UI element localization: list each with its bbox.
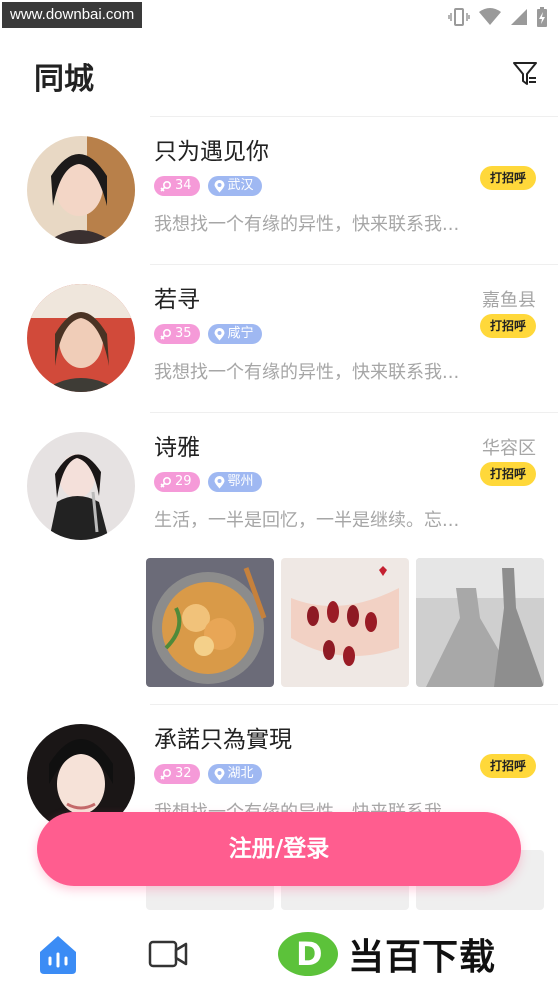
greet-button[interactable]: 打招呼 — [480, 754, 536, 778]
location-pin-icon — [214, 179, 225, 192]
divider — [150, 264, 558, 265]
location-tag: 湖北 — [207, 764, 262, 784]
gender-icon — [160, 768, 172, 780]
user-bio: 我想找一个有缘的异性，快来联系我... — [154, 214, 460, 235]
location-text: 武汉 — [227, 178, 254, 193]
location-pin-icon — [214, 475, 225, 488]
location-text: 鄂州 — [227, 474, 254, 489]
gender-icon — [160, 180, 172, 192]
age-text: 29 — [175, 474, 192, 489]
user-name: 若寻 — [154, 287, 200, 313]
photo-thumbnail[interactable] — [416, 558, 544, 687]
distance-label: 嘉鱼县 — [482, 290, 536, 311]
signal-icon — [511, 9, 527, 25]
divider — [150, 704, 558, 705]
logo-icon: D — [278, 932, 338, 976]
location-pin-icon — [214, 327, 225, 340]
age-tag: 35 — [154, 324, 200, 344]
watermark-url: www.downbai.com — [2, 2, 143, 28]
location-tag: 武汉 — [207, 176, 262, 196]
greet-button[interactable]: 打招呼 — [480, 166, 536, 190]
age-tag: 29 — [154, 472, 200, 492]
location-tag: 咸宁 — [207, 324, 262, 344]
avatar[interactable] — [27, 432, 135, 540]
divider — [150, 412, 558, 413]
nearby-icon — [40, 936, 76, 974]
header: 同城 — [0, 40, 558, 112]
user-bio: 生活，一半是回忆，一半是继续。忘... — [154, 510, 460, 531]
photo-thumbnail[interactable] — [281, 558, 409, 687]
user-card[interactable]: 只为遇见你 34 武汉 我想找一个有缘的异性，快来联系我... 打招呼 — [0, 116, 558, 264]
age-text: 35 — [175, 326, 192, 341]
age-tag: 34 — [154, 176, 200, 196]
video-icon — [148, 940, 188, 968]
distance-label: 华容区 — [482, 438, 536, 459]
greet-button[interactable]: 打招呼 — [480, 462, 536, 486]
tag-row: 34 武汉 — [154, 176, 262, 196]
vibrate-icon — [448, 8, 470, 26]
filter-icon — [513, 62, 537, 85]
user-name: 只为遇见你 — [154, 139, 269, 165]
bottom-nav: D 当百下载 — [0, 912, 558, 992]
avatar[interactable] — [27, 136, 135, 244]
nav-nearby[interactable] — [36, 932, 80, 976]
user-name: 诗雅 — [154, 435, 200, 461]
user-card[interactable]: 诗雅 华容区 29 鄂州 生活，一半是回忆，一半是继续。忘... 打招呼 — [0, 412, 558, 704]
nav-video[interactable] — [146, 932, 190, 976]
page-title: 同城 — [34, 62, 94, 97]
battery-icon — [537, 7, 547, 27]
gender-icon — [160, 476, 172, 488]
avatar[interactable] — [27, 284, 135, 392]
location-pin-icon — [214, 767, 225, 780]
location-text: 咸宁 — [227, 326, 254, 341]
location-tag: 鄂州 — [207, 472, 262, 492]
user-name: 承諾只為實現 — [154, 727, 292, 753]
status-bar: www.downbai.com — [0, 0, 558, 34]
register-login-button[interactable]: 注册/登录 — [37, 812, 521, 886]
greet-button[interactable]: 打招呼 — [480, 314, 536, 338]
tag-row: 29 鄂州 — [154, 472, 262, 492]
gender-icon — [160, 328, 172, 340]
status-icons — [448, 6, 548, 28]
age-tag: 32 — [154, 764, 200, 784]
age-text: 34 — [175, 178, 192, 193]
location-text: 湖北 — [227, 766, 254, 781]
tag-row: 32 湖北 — [154, 764, 262, 784]
age-text: 32 — [175, 766, 192, 781]
photo-gallery — [146, 558, 544, 687]
logo-text: 当百下载 — [348, 937, 497, 978]
wifi-icon — [479, 8, 501, 25]
filter-button[interactable] — [510, 58, 540, 88]
svg-text:D: D — [296, 935, 323, 973]
user-bio: 我想找一个有缘的异性，快来联系我... — [154, 362, 460, 383]
tag-row: 35 咸宁 — [154, 324, 262, 344]
watermark-logo: D 当百下载 — [276, 928, 496, 980]
divider — [150, 116, 558, 117]
photo-thumbnail[interactable] — [146, 558, 274, 687]
user-card[interactable]: 若寻 嘉鱼县 35 咸宁 我想找一个有缘的异性，快来联系我... 打招呼 — [0, 264, 558, 412]
